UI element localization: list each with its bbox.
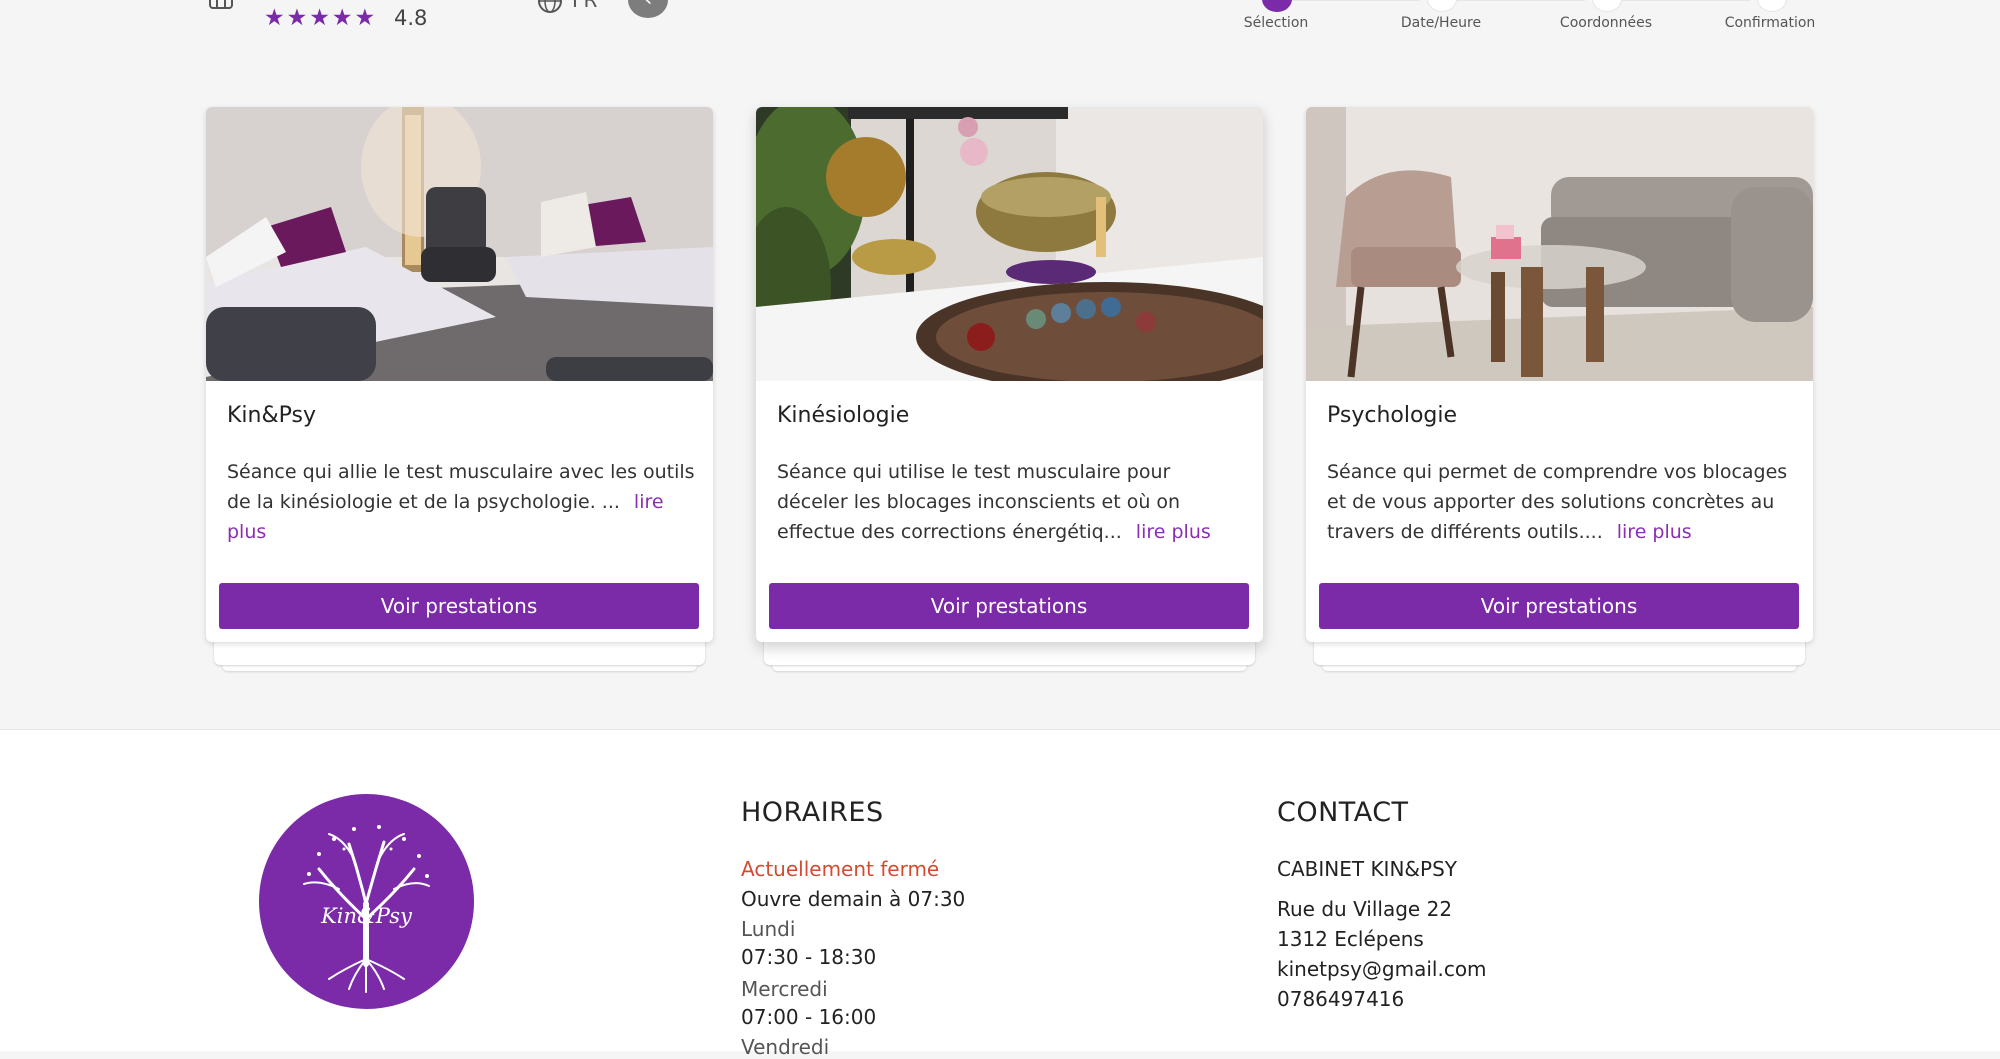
open-status: Actuellement fermé (741, 857, 940, 881)
card-body[interactable]: Psychologie Séance qui permet de compren… (1306, 107, 1813, 642)
star-icon: ★ (331, 5, 353, 31)
card-description-text: Séance qui permet de comprendre vos bloc… (1327, 461, 1788, 543)
brand-logo[interactable]: Kin&Psy (259, 794, 474, 1009)
step-connector (1455, 0, 1585, 1)
read-more-link[interactable]: lire plus (1617, 521, 1692, 543)
step-label-details: Coordonnées (1559, 15, 1653, 31)
card-title: Kinésiologie (777, 403, 910, 428)
star-icon: ★ (264, 5, 285, 31)
card-image[interactable] (756, 107, 1263, 381)
language-selector[interactable]: FR (572, 0, 597, 12)
day-hours: 07:00 - 16:00 (741, 1005, 877, 1029)
day-hours: 07:30 - 18:30 (741, 945, 877, 969)
card-description-text: Séance qui allie le test musculaire avec… (227, 461, 695, 513)
step-connector (1290, 0, 1420, 1)
card-title: Psychologie (1327, 403, 1458, 428)
calendar-icon[interactable] (208, 0, 234, 10)
rating-value: 4.8 (394, 6, 428, 30)
card-image[interactable] (1306, 107, 1813, 381)
step-connector (1620, 0, 1750, 1)
contact-heading: CONTACT (1277, 797, 1409, 828)
footer: Kin&Psy HORAIRES Actuellement fermé Ouvr… (0, 729, 2000, 1059)
service-card-psychologie: Psychologie Séance qui permet de compren… (1306, 107, 1813, 671)
card-body[interactable]: Kin&Psy Séance qui allie le test muscula… (206, 107, 713, 642)
address-city: 1312 Eclépens (1277, 927, 1424, 951)
view-services-button[interactable]: Voir prestations (219, 583, 699, 629)
account-button[interactable]: ‹ (628, 0, 668, 18)
card-description-text: Séance qui utilise le test musculaire po… (777, 461, 1181, 543)
card-description: Séance qui utilise le test musculaire po… (777, 457, 1247, 547)
view-services-button[interactable]: Voir prestations (1319, 583, 1799, 629)
card-description: Séance qui allie le test musculaire avec… (227, 457, 697, 547)
step-label-datetime: Date/Heure (1400, 15, 1482, 31)
star-icon: ★ (286, 5, 308, 31)
service-card-kinpsy: Kin&Psy Séance qui allie le test muscula… (206, 107, 713, 671)
star-icon: ★ (309, 5, 330, 31)
view-services-button[interactable]: Voir prestations (769, 583, 1249, 629)
read-more-link[interactable]: lire plus (1136, 521, 1211, 543)
header-bar: ★ ★ ★ ★ ★ 4.8 FR ‹ Sélection Date/Heure … (0, 0, 2000, 50)
step-indicator-selection[interactable] (1262, 0, 1292, 12)
step-indicator-datetime[interactable] (1427, 0, 1457, 12)
contact-phone-link[interactable]: 0786497416 (1277, 987, 1404, 1011)
chevron-left-icon: ‹ (644, 0, 653, 12)
step-label-confirmation: Confirmation (1724, 15, 1816, 31)
card-description: Séance qui permet de comprendre vos bloc… (1327, 457, 1797, 547)
day-label: Mercredi (741, 977, 828, 1001)
card-body[interactable]: Kinésiologie Séance qui utilise le test … (756, 107, 1263, 642)
star-icon: ★ (354, 5, 376, 31)
card-title: Kin&Psy (227, 403, 316, 428)
day-label: Vendredi (741, 1035, 830, 1059)
card-image[interactable] (206, 107, 713, 381)
step-indicator-details[interactable] (1592, 0, 1622, 12)
hours-heading: HORAIRES (741, 797, 884, 828)
contact-email-link[interactable]: kinetpsy@gmail.com (1277, 957, 1487, 981)
logo-text: Kin&Psy (321, 904, 412, 928)
tree-icon (303, 825, 430, 993)
globe-icon[interactable] (537, 0, 563, 14)
service-card-kinesiologie: Kinésiologie Séance qui utilise le test … (756, 107, 1263, 671)
address-street: Rue du Village 22 (1277, 897, 1453, 921)
step-label-selection: Sélection (1243, 15, 1309, 31)
rating-stars: ★ ★ ★ ★ ★ (264, 6, 375, 30)
next-opening: Ouvre demain à 07:30 (741, 887, 966, 911)
business-name: CABINET KIN&PSY (1277, 857, 1457, 881)
step-indicator-confirmation[interactable] (1757, 0, 1787, 12)
day-label: Lundi (741, 917, 796, 941)
